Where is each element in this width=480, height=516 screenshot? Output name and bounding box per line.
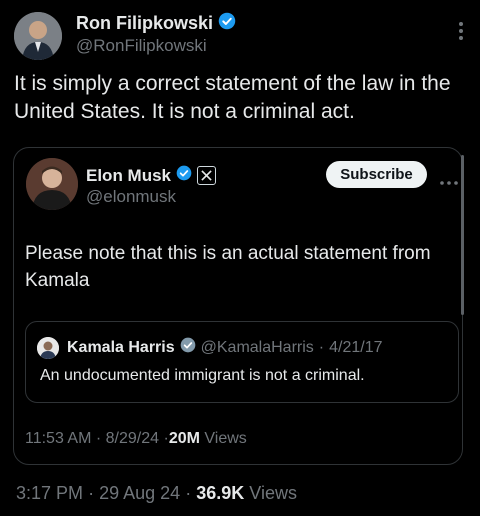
subscribe-button[interactable]: Subscribe bbox=[326, 161, 427, 188]
post-text: It is simply a correct statement of the … bbox=[14, 72, 451, 123]
post-meta: 3:17 PM · 29 Aug 24 · 36.9K Views bbox=[16, 483, 297, 504]
verified-badge-icon bbox=[218, 12, 236, 35]
quoted-author-name-row: Elon Musk bbox=[86, 165, 217, 186]
separator-dot: · bbox=[88, 483, 95, 503]
nested-post-text: An undocumented immigrant is not a crimi… bbox=[40, 367, 365, 384]
quoted-post-text: Please note that this is an actual state… bbox=[25, 243, 431, 291]
user-photo-icon bbox=[26, 158, 78, 210]
author-handle[interactable]: @RonFilipkowski bbox=[76, 36, 207, 56]
views-label[interactable]: Views bbox=[249, 483, 297, 503]
avatar[interactable] bbox=[14, 12, 62, 60]
nested-author-name[interactable]: Kamala Harris bbox=[67, 339, 175, 357]
verified-badge-gray-icon bbox=[180, 337, 196, 358]
quoted-avatar[interactable] bbox=[26, 158, 78, 210]
verified-badge-icon bbox=[176, 165, 192, 186]
post-time[interactable]: 3:17 PM bbox=[16, 483, 83, 503]
separator-dot: · bbox=[318, 338, 325, 356]
post-date[interactable]: 29 Aug 24 bbox=[99, 483, 180, 503]
quoted-views-count: 20M bbox=[168, 430, 200, 447]
quoted-post-time[interactable]: 11:53 AM bbox=[25, 430, 91, 447]
user-photo-icon bbox=[37, 337, 59, 359]
quoted-post-date[interactable]: 8/29/24 bbox=[106, 430, 159, 447]
views-count[interactable]: 36.9K bbox=[196, 483, 244, 503]
author-name[interactable]: Ron Filipkowski bbox=[76, 13, 213, 34]
separator-dot: · bbox=[185, 483, 192, 503]
nested-post-date[interactable]: 4/21/17 bbox=[329, 339, 382, 357]
more-options-icon[interactable] bbox=[458, 20, 464, 42]
x-logo-icon[interactable] bbox=[197, 166, 217, 185]
quoted-author-handle[interactable]: @elonmusk bbox=[86, 187, 176, 207]
more-options-icon[interactable] bbox=[440, 172, 458, 185]
nested-quote-card[interactable] bbox=[25, 321, 459, 403]
user-photo-icon bbox=[14, 12, 62, 60]
quoted-views-label: Views bbox=[204, 430, 247, 447]
quoted-post-meta: 11:53 AM · 8/29/24 ·20M Views bbox=[25, 430, 247, 448]
nested-avatar[interactable] bbox=[37, 337, 59, 359]
nested-post-header: Kamala Harris @KamalaHarris · 4/21/17 bbox=[67, 337, 383, 358]
quoted-author-name[interactable]: Elon Musk bbox=[86, 166, 171, 186]
nested-author-handle[interactable]: @KamalaHarris bbox=[201, 339, 314, 357]
quoted-post-card[interactable] bbox=[13, 147, 463, 465]
separator-dot: · bbox=[95, 430, 102, 447]
scrollbar[interactable] bbox=[461, 155, 464, 315]
author-name-row: Ron Filipkowski bbox=[76, 12, 236, 35]
